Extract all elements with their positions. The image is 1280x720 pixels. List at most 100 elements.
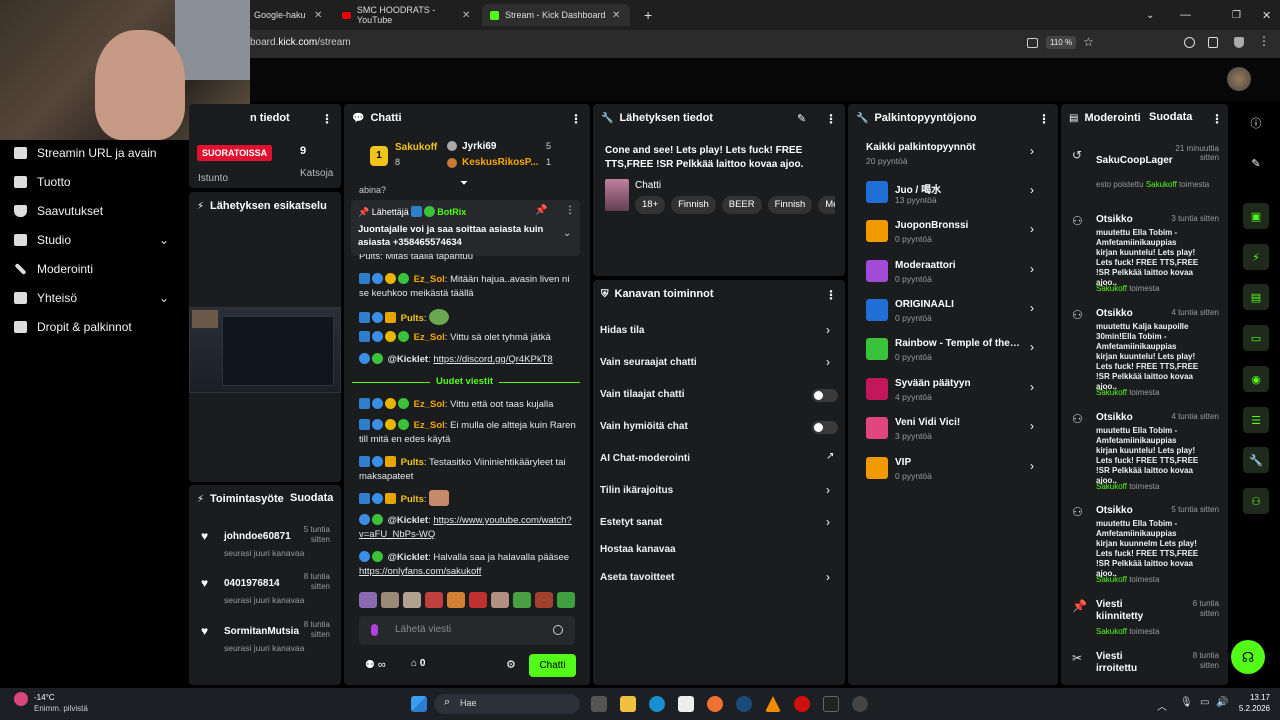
tab-kick-dashboard[interactable]: Stream - Kick Dashboard ✕ xyxy=(482,4,630,26)
pinned-user[interactable]: BotRix xyxy=(437,207,466,217)
more-icon[interactable]: ⋮ xyxy=(1211,112,1223,126)
more-icon[interactable]: ⋮ xyxy=(825,112,837,126)
star-icon[interactable]: ☆ xyxy=(1083,35,1094,49)
start-icon[interactable] xyxy=(411,696,427,712)
file-explorer-icon[interactable] xyxy=(620,696,636,712)
message-user[interactable]: @Kicklet xyxy=(388,354,428,365)
users-icon[interactable]: ⚉ ∞ xyxy=(365,658,386,671)
close-icon[interactable]: ✕ xyxy=(314,10,322,21)
message-user[interactable]: @Kicklet xyxy=(388,552,428,563)
message-link[interactable]: https://onlyfans.com/sakukoff xyxy=(359,566,481,577)
message-user[interactable]: Pults xyxy=(401,494,424,505)
chevron-down-icon[interactable]: ⌄ xyxy=(1138,4,1162,26)
emoji-icon[interactable] xyxy=(553,625,563,635)
profile-icon[interactable] xyxy=(1184,37,1195,48)
reward-item[interactable]: Juo / 喝水 13 pyyntöä › xyxy=(866,179,1046,215)
points-counter[interactable]: ⌂ 0 xyxy=(411,658,425,669)
chevron-right-icon[interactable]: › xyxy=(826,355,830,369)
filter-button[interactable]: Suodata xyxy=(290,492,333,504)
bolt-icon[interactable]: ⚡ xyxy=(1243,244,1269,270)
filter-button[interactable]: Suodata xyxy=(1149,111,1192,123)
leader-first-name[interactable]: Sakukoff xyxy=(395,142,437,153)
store-icon[interactable] xyxy=(678,696,694,712)
tag[interactable]: Finnish xyxy=(671,196,716,214)
sidebar-item-stream-url[interactable]: Streamin URL ja avain xyxy=(14,146,157,160)
mod-foot-user[interactable]: Sakukoff xyxy=(1096,627,1127,636)
emote-icon[interactable] xyxy=(469,592,487,608)
reader-icon[interactable] xyxy=(1027,38,1038,48)
weather-desc[interactable]: Enimm. pilvistä xyxy=(34,704,88,713)
new-tab-button[interactable]: + xyxy=(636,4,660,26)
tag[interactable]: 18+ xyxy=(635,196,666,214)
action-ai-moderation[interactable]: AI Chat-moderointi xyxy=(600,453,690,464)
event-user[interactable]: 0401976814 xyxy=(224,578,280,589)
taskbar-search[interactable]: ⌕ Hae xyxy=(434,694,580,714)
sidebar-item-drops[interactable]: Dropit & palkinnot xyxy=(14,320,132,334)
action-host-channel[interactable]: Hostaa kanavaa xyxy=(600,544,676,555)
close-icon[interactable]: ✕ xyxy=(612,10,620,21)
leader-third-name[interactable]: KeskusRikosP... xyxy=(462,157,539,168)
emote-icon[interactable] xyxy=(359,592,377,608)
mod-foot-user[interactable]: Sakukoff xyxy=(1096,284,1127,293)
leader-second-name[interactable]: Jyrki69 xyxy=(462,141,496,152)
action-slow-mode[interactable]: Hidas tila xyxy=(600,325,644,336)
settings-icon[interactable] xyxy=(852,696,868,712)
edit-icon[interactable]: ✎ xyxy=(1243,150,1269,176)
reward-item[interactable]: Syvään päätyyn 4 pyyntöä › xyxy=(866,376,1046,412)
reward-all[interactable]: Kaikki palkintopyynnöt 20 pyyntöä › xyxy=(866,140,1046,176)
sidebar-item-studio[interactable]: Studio ⌄ xyxy=(14,233,184,247)
mod-entry-title[interactable]: SakuCoopLager xyxy=(1096,155,1173,166)
mod-entry-title[interactable]: Otsikko xyxy=(1096,412,1133,423)
action-followers-only[interactable]: Vain seuraajat chatti xyxy=(600,357,697,368)
message-user[interactable]: Ez_Sol xyxy=(414,332,445,343)
more-icon[interactable]: ⋮ xyxy=(1038,112,1050,126)
mod-entry-title[interactable]: Otsikko xyxy=(1096,505,1133,516)
tab-youtube[interactable]: SMC HOODRATS - YouTube ✕ xyxy=(334,4,480,26)
stream-preview-video[interactable] xyxy=(189,307,341,393)
pinned-message[interactable]: 📌 Lähettäjä BotRix 📌 ⋮ Juontajalle voi j… xyxy=(351,200,580,256)
firefox-icon[interactable] xyxy=(707,696,723,712)
steam-icon[interactable] xyxy=(736,696,752,712)
microphone-icon[interactable] xyxy=(371,624,378,636)
category-thumbnail[interactable] xyxy=(605,179,629,211)
send-chat-button[interactable]: Chatti xyxy=(529,654,576,677)
message-user[interactable]: Pults xyxy=(401,457,424,468)
chevron-up-icon[interactable]: ︿ xyxy=(1157,698,1167,713)
category-name[interactable]: Chatti xyxy=(635,180,661,191)
opera-icon[interactable] xyxy=(794,696,810,712)
message-user[interactable]: Ez_Sol xyxy=(414,399,445,410)
network-icon[interactable]: ▭ xyxy=(1200,697,1209,708)
shield-icon[interactable] xyxy=(1234,37,1244,48)
settings-icon[interactable]: ⚙ xyxy=(506,658,516,671)
emote-icon[interactable] xyxy=(425,592,443,608)
reward-item[interactable]: Veni Vidi Vici! 3 pyyntöä › xyxy=(866,415,1046,451)
tag[interactable]: Finnish xyxy=(767,196,813,214)
more-icon[interactable]: ⋮ xyxy=(565,205,575,216)
mod-foot-user[interactable]: Sakukoff xyxy=(1146,180,1177,189)
window-close-button[interactable]: ✕ xyxy=(1254,4,1279,26)
more-icon[interactable]: ⋮ xyxy=(825,288,837,302)
sidebar-item-revenue[interactable]: Tuotto xyxy=(14,175,71,189)
weather-temp[interactable]: -14°C xyxy=(34,693,55,702)
chevron-right-icon[interactable]: › xyxy=(826,515,830,529)
info-icon[interactable]: ⓘ xyxy=(1243,110,1269,136)
sidebar-item-moderation[interactable]: Moderointi xyxy=(14,262,93,276)
broadcast-icon[interactable]: ◉ xyxy=(1243,366,1269,392)
chevron-right-icon[interactable]: › xyxy=(826,570,830,584)
more-icon[interactable]: ⋮ xyxy=(321,112,333,126)
support-button[interactable]: ☊ xyxy=(1231,640,1265,674)
event-user[interactable]: johndoe60871 xyxy=(224,531,291,542)
user-avatar[interactable] xyxy=(1227,67,1251,91)
mod-entry-title[interactable]: Otsikko xyxy=(1096,308,1133,319)
maximize-button[interactable]: ❐ xyxy=(1224,4,1249,26)
volume-icon[interactable]: 🔊 xyxy=(1216,697,1228,708)
chevron-down-icon[interactable]: ⌄ xyxy=(159,291,169,305)
obs-icon[interactable] xyxy=(823,696,839,712)
subscribers-only-toggle[interactable] xyxy=(812,389,838,402)
mod-entry-title[interactable]: Otsikko xyxy=(1096,214,1133,225)
wrench-icon[interactable]: 🔧 xyxy=(1243,447,1269,473)
list-icon[interactable]: ▤ xyxy=(1243,284,1269,310)
weather-icon[interactable] xyxy=(14,692,28,706)
clock-date[interactable]: 5.2.2026 xyxy=(1236,704,1270,713)
reward-item[interactable]: JuoponBronssi 0 pyyntöä › xyxy=(866,218,1046,254)
